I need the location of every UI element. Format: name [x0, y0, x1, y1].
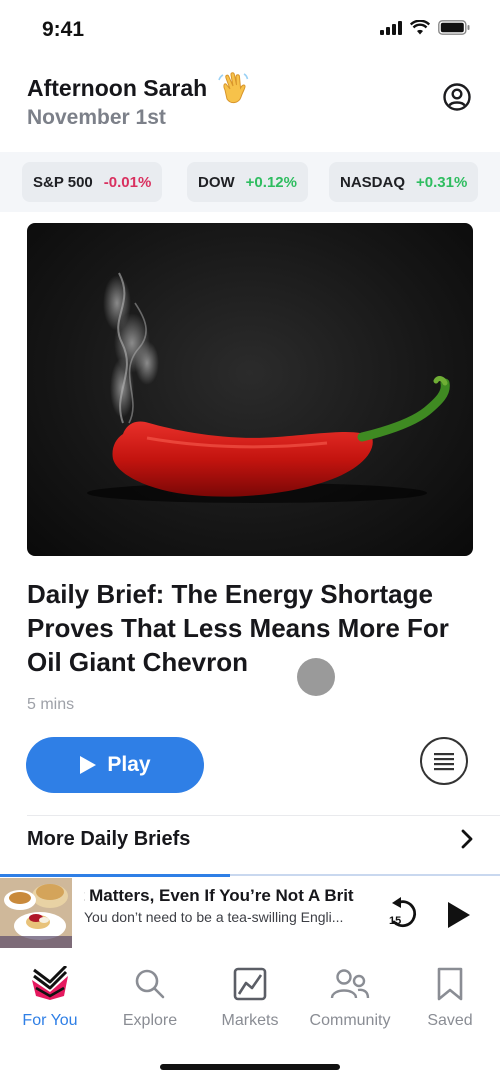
transcript-button[interactable] — [420, 737, 468, 785]
episode-thumbnail — [0, 878, 72, 948]
transcript-icon — [434, 753, 454, 771]
tab-bar: For You Explore Markets Community Saved — [0, 950, 500, 1080]
article-title[interactable]: Daily Brief: The Energy Shortage Proves … — [27, 577, 477, 679]
battery-icon — [438, 20, 470, 35]
home-indicator — [160, 1064, 340, 1070]
waving-hand-icon — [218, 72, 249, 104]
search-icon — [135, 969, 165, 999]
wifi-icon — [410, 20, 430, 35]
player-episode-title: ’t Matters, Even If You’re Not A Brit — [84, 886, 354, 905]
play-button[interactable]: Play — [26, 737, 204, 793]
chevron-right-icon — [461, 829, 473, 849]
ticker-change: +0.12% — [245, 173, 297, 191]
tab-saved[interactable]: Saved — [400, 964, 500, 1030]
tea-and-scones-image — [0, 878, 72, 948]
play-icon — [80, 756, 97, 774]
for-you-icon — [32, 966, 68, 1000]
ticker-name: DOW — [198, 173, 235, 191]
date-label: November 1st — [27, 106, 166, 129]
status-icons — [380, 20, 470, 35]
more-daily-briefs-row[interactable]: More Daily Briefs — [0, 815, 500, 863]
ticker-change: -0.01% — [103, 173, 152, 191]
tab-label: For You — [22, 1012, 78, 1029]
ticker-name: NASDAQ — [340, 173, 406, 191]
player-progress-bar — [0, 874, 230, 877]
ticker-name: S&P 500 — [33, 173, 93, 191]
greeting-text: Afternoon Sarah — [27, 74, 208, 101]
play-button-label: Play — [107, 753, 151, 776]
rewind-seconds-label: 15 — [389, 915, 402, 927]
rewind-15-button[interactable]: 15 — [386, 894, 422, 934]
greeting-header: Afternoon Sarah November 1st — [0, 64, 500, 148]
touch-indicator — [297, 658, 335, 696]
player-text[interactable]: ’t Matters, Even If You’re Not A Brit Yo… — [84, 886, 374, 925]
status-bar: 9:41 — [0, 0, 500, 60]
status-time: 9:41 — [42, 18, 85, 41]
ticker-dow[interactable]: DOW +0.12% — [187, 162, 308, 202]
ticker-change: +0.31% — [416, 173, 468, 191]
people-icon — [330, 969, 370, 999]
tab-label: Explore — [122, 1012, 178, 1029]
mini-player[interactable]: ’t Matters, Even If You’re Not A Brit Yo… — [0, 874, 500, 948]
rewind-icon — [392, 897, 417, 928]
tab-markets[interactable]: Markets — [200, 964, 300, 1030]
tab-label: Community — [309, 1012, 391, 1029]
signal-icon — [380, 20, 402, 35]
greeting-row: Afternoon Sarah — [27, 70, 251, 106]
tab-for-you[interactable]: For You — [0, 964, 100, 1030]
ticker-sp500[interactable]: S&P 500 -0.01% — [22, 162, 163, 202]
bookmark-icon — [437, 967, 463, 1001]
tab-label: Markets — [221, 1012, 279, 1029]
market-ticker-strip[interactable]: S&P 500 -0.01% DOW +0.12% NASDAQ +0.31% — [0, 152, 500, 212]
chart-icon — [233, 967, 267, 1001]
ticker-nasdaq[interactable]: NASDAQ +0.31% — [329, 162, 479, 202]
article-duration: 5 mins — [27, 696, 75, 713]
more-daily-briefs-label: More Daily Briefs — [27, 828, 191, 850]
tab-label: Saved — [427, 1012, 473, 1029]
player-play-icon[interactable] — [440, 898, 474, 932]
article-hero-image[interactable] — [27, 223, 473, 556]
tab-explore[interactable]: Explore — [100, 964, 200, 1030]
tab-community[interactable]: Community — [300, 964, 400, 1030]
chili-pepper-image — [87, 272, 450, 503]
profile-icon[interactable] — [442, 82, 472, 112]
player-episode-subtitle: You don’t need to be a tea-swilling Engl… — [84, 909, 344, 925]
